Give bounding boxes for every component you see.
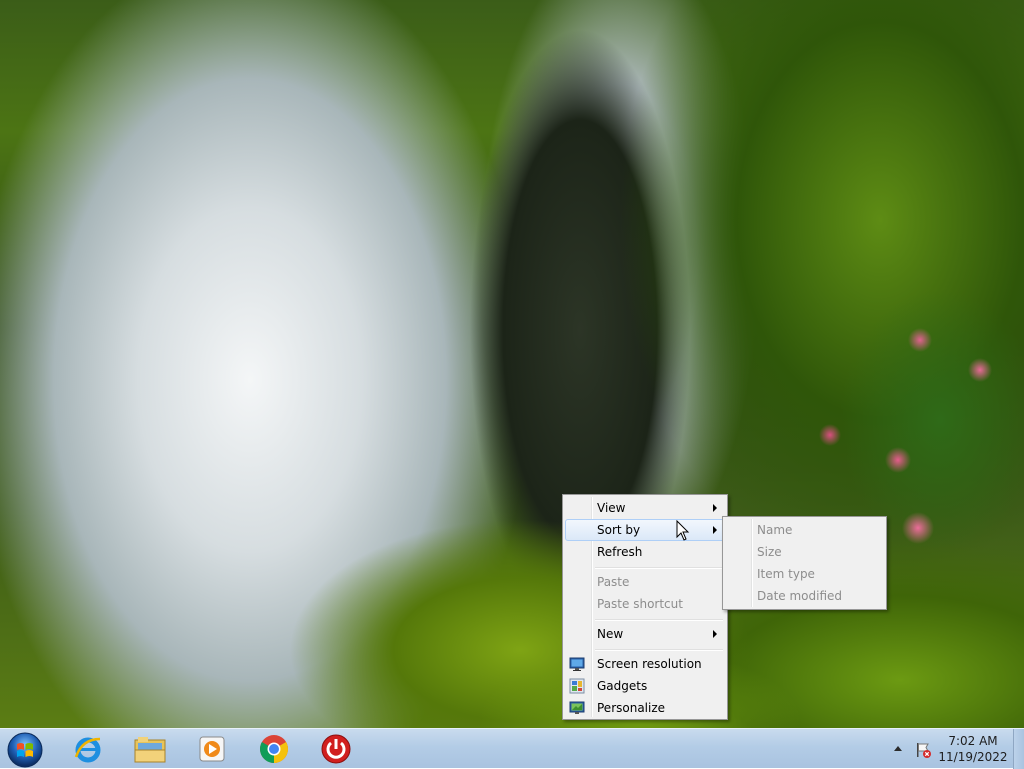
sort-item-item-type[interactable]: Item type <box>725 563 884 585</box>
menu-item-paste-shortcut-label: Paste shortcut <box>597 597 683 611</box>
desktop-wallpaper[interactable] <box>0 0 1024 728</box>
desktop-context-menu: View Sort by Refresh Paste Paste shortcu… <box>562 494 728 720</box>
screen-resolution-icon <box>569 657 585 671</box>
menu-item-new-label: New <box>597 627 624 641</box>
show-hidden-icons-icon[interactable] <box>894 746 902 751</box>
taskbar-power-app[interactable] <box>316 731 356 767</box>
power-app-icon <box>321 734 351 764</box>
menu-item-sort-by-label: Sort by <box>597 523 641 537</box>
menu-item-view[interactable]: View <box>565 497 725 519</box>
menu-item-paste-shortcut[interactable]: Paste shortcut <box>565 593 725 615</box>
menu-item-gadgets[interactable]: Gadgets <box>565 675 725 697</box>
menu-item-screen-resolution[interactable]: Screen resolution <box>565 653 725 675</box>
sort-item-name[interactable]: Name <box>725 519 884 541</box>
menu-item-personalize-label: Personalize <box>597 701 666 715</box>
submenu-arrow-icon <box>713 526 717 534</box>
sort-item-date-modified[interactable]: Date modified <box>725 585 884 607</box>
system-clock[interactable]: 7:02 AM 11/19/2022 <box>938 733 1008 765</box>
submenu-arrow-icon <box>713 504 717 512</box>
menu-separator <box>595 649 723 651</box>
personalize-icon <box>569 701 585 714</box>
file-explorer-icon <box>134 737 166 763</box>
menu-item-personalize[interactable]: Personalize <box>565 697 725 719</box>
mouse-cursor-icon <box>676 520 690 541</box>
taskbar-media-player[interactable] <box>192 731 232 767</box>
menu-item-refresh[interactable]: Refresh <box>565 541 725 563</box>
menu-item-view-label: View <box>597 501 626 515</box>
gadgets-icon <box>569 678 585 694</box>
menu-separator <box>595 619 723 621</box>
sort-by-submenu: Name Size Item type Date modified <box>722 516 887 610</box>
sort-item-item-type-label: Item type <box>757 567 815 581</box>
menu-item-screen-resolution-label: Screen resolution <box>597 657 702 671</box>
taskbar-file-explorer[interactable] <box>130 731 170 767</box>
sort-item-date-modified-label: Date modified <box>757 589 843 603</box>
submenu-arrow-icon <box>713 630 717 638</box>
clock-date: 11/19/2022 <box>938 750 1008 764</box>
menu-item-paste-label: Paste <box>597 575 630 589</box>
taskbar-chrome[interactable] <box>254 731 294 767</box>
sort-item-size[interactable]: Size <box>725 541 884 563</box>
menu-item-sort-by[interactable]: Sort by <box>565 519 725 541</box>
menu-item-new[interactable]: New <box>565 623 725 645</box>
action-center-flag-icon[interactable] <box>914 741 932 759</box>
sort-item-name-label: Name <box>757 523 793 537</box>
media-player-icon <box>199 736 225 762</box>
taskbar-internet-explorer[interactable] <box>68 731 108 767</box>
menu-separator <box>595 567 723 569</box>
menu-item-refresh-label: Refresh <box>597 545 643 559</box>
clock-time: 7:02 AM <box>948 734 998 748</box>
menu-item-gadgets-label: Gadgets <box>597 679 648 693</box>
chrome-icon <box>260 735 288 763</box>
windows-start-orb-icon[interactable] <box>6 731 44 769</box>
menu-item-paste[interactable]: Paste <box>565 571 725 593</box>
internet-explorer-icon <box>74 737 101 763</box>
sort-item-size-label: Size <box>757 545 782 559</box>
show-desktop-button[interactable] <box>1013 729 1024 769</box>
taskbar: 7:02 AM 11/19/2022 <box>0 728 1024 769</box>
